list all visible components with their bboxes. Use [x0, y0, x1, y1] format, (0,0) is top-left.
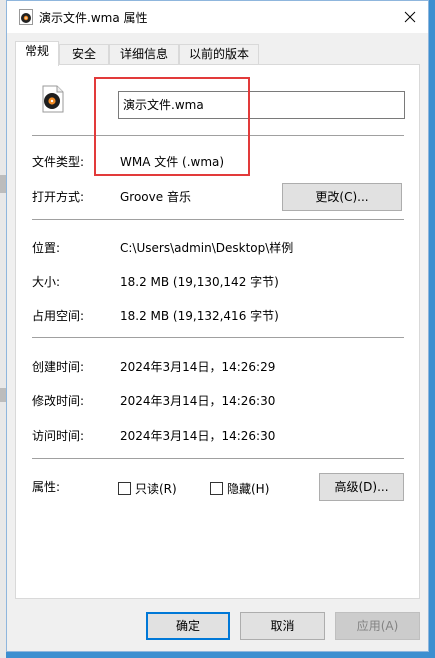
window-title: 演示文件.wma 属性: [39, 11, 148, 25]
checkbox-box[interactable]: [210, 482, 223, 495]
apply-button[interactable]: 应用(A): [335, 612, 420, 640]
location-value: C:\Users\admin\Desktop\样例: [120, 241, 294, 255]
readonly-checkbox[interactable]: 只读(R): [118, 480, 177, 497]
tab-general[interactable]: 常规: [15, 41, 59, 66]
tab-previous-versions[interactable]: 以前的版本: [179, 44, 259, 64]
hidden-checkbox[interactable]: 隐藏(H): [210, 480, 269, 497]
size-value: 18.2 MB (19,130,142 字节): [120, 275, 279, 289]
modified-label: 修改时间:: [32, 394, 85, 408]
music-file-icon: [38, 85, 66, 113]
hidden-checkbox-label: 隐藏(H): [227, 482, 270, 496]
highlight-annotation-box: [94, 77, 250, 176]
location-label: 位置:: [32, 241, 61, 255]
advanced-button[interactable]: 高级(D)...: [319, 473, 404, 501]
music-file-icon: [19, 9, 33, 25]
tab-details[interactable]: 详细信息: [109, 44, 179, 64]
close-icon[interactable]: [398, 5, 422, 29]
divider: [32, 219, 404, 220]
change-button[interactable]: 更改(C)...: [282, 183, 402, 211]
cancel-button[interactable]: 取消: [240, 612, 325, 640]
divider: [32, 458, 404, 459]
size-label: 大小:: [32, 275, 61, 289]
readonly-checkbox-label: 只读(R): [135, 482, 177, 496]
accessed-label: 访问时间:: [32, 429, 85, 443]
divider: [32, 337, 404, 338]
ok-button[interactable]: 确定: [146, 612, 230, 640]
size-on-disk-value: 18.2 MB (19,132,416 字节): [120, 309, 279, 323]
tab-security[interactable]: 安全: [59, 44, 109, 64]
open-with-value: Groove 音乐: [120, 190, 191, 204]
file-type-label: 文件类型:: [32, 155, 85, 169]
title-bar: 演示文件.wma 属性: [7, 1, 428, 33]
accessed-value: 2024年3月14日，14:26:30: [120, 429, 276, 443]
checkbox-box[interactable]: [118, 482, 131, 495]
general-panel: 演示文件.wma 文件类型: WMA 文件 (.wma) 打开方式: Groov…: [15, 64, 420, 599]
created-label: 创建时间:: [32, 360, 85, 374]
attributes-label: 属性:: [32, 480, 61, 494]
properties-dialog: 演示文件.wma 属性 常规 安全 详细信息 以前的版本 演示文件.wma 文件…: [6, 0, 429, 652]
open-with-label: 打开方式:: [32, 190, 85, 204]
modified-value: 2024年3月14日，14:26:30: [120, 394, 276, 408]
created-value: 2024年3月14日，14:26:29: [120, 360, 276, 374]
size-on-disk-label: 占用空间:: [32, 309, 85, 323]
